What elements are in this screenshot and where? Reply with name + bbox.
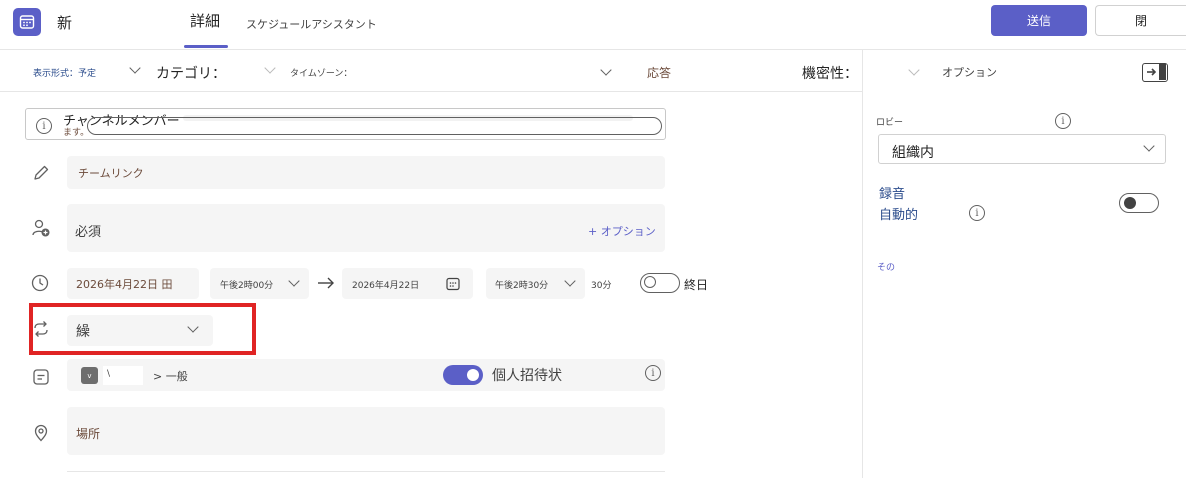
channel-team-avatar: v (81, 367, 98, 384)
arrow-right-icon (316, 273, 336, 297)
collapse-panel-icon[interactable] (1142, 63, 1168, 82)
channel-notice-outline (87, 117, 662, 135)
info-icon[interactable]: i (969, 205, 985, 221)
toggle-knob (1124, 197, 1136, 209)
meeting-title: 新 (57, 14, 73, 32)
auto-record-toggle[interactable] (1119, 193, 1159, 213)
highlight-box (29, 303, 256, 355)
info-icon[interactable]: i (645, 365, 661, 381)
start-date-input[interactable]: 2026年4月22日 田 (67, 268, 199, 299)
channel-icon (32, 368, 52, 388)
options-panel: オプション ロビー i 組織内 録音 自動的 i その (862, 50, 1186, 478)
pencil-icon (32, 164, 52, 184)
lobby-label: ロビー (876, 118, 904, 128)
end-date-input[interactable]: 2026年4月22日 (342, 268, 473, 299)
sensitivity-dropdown[interactable]: 機密性： (802, 63, 858, 83)
duration-label: 30分 (591, 281, 612, 291)
tab-scheduling-assistant[interactable]: スケジュールアシスタント (246, 16, 377, 32)
record-label: 録音 (879, 187, 906, 202)
all-day-label: 終日 (684, 278, 709, 292)
channel-notice-text-2: ます。 (63, 128, 90, 138)
end-date-value: 2026年4月22日 (352, 281, 420, 291)
channel-team-char: \ (107, 369, 111, 379)
record-auto-label: 自動的 (879, 208, 919, 223)
clock-icon (31, 274, 51, 294)
other-options-link[interactable]: その (877, 260, 895, 273)
redacted-team-name: \ (103, 366, 143, 385)
chevron-down-icon[interactable] (600, 64, 612, 76)
category-dropdown[interactable]: カテゴリ： (156, 63, 226, 83)
options-panel-title: オプション (942, 66, 997, 79)
personal-invite-toggle[interactable] (443, 365, 483, 385)
end-time-select[interactable]: 午後2時30分 (486, 268, 585, 299)
chevron-down-icon (1143, 140, 1155, 152)
attendees-placeholder: 必須 (75, 225, 102, 240)
channel-field[interactable]: v \ > 一般 個人招待状 i (67, 359, 665, 391)
title-input[interactable]: チームリンク (67, 156, 665, 189)
info-icon[interactable]: i (1055, 113, 1071, 129)
channel-notice: i チャンネルメンバー ます。 (25, 108, 666, 140)
toggle-knob (467, 369, 479, 381)
close-button[interactable]: 閉 (1095, 5, 1186, 36)
tab-details-indicator (184, 45, 228, 48)
chevron-down-icon[interactable] (908, 64, 920, 76)
title-placeholder: チームリンク (78, 167, 144, 180)
chevron-down-icon[interactable] (129, 62, 141, 74)
response-options[interactable]: 応答 (647, 64, 671, 81)
top-bar: 新 詳細 スケジュールアシスタント 送信 閉 (0, 0, 1186, 50)
start-time-select[interactable]: 午後2時00分 (210, 268, 309, 299)
chevron-down-icon[interactable] (264, 62, 276, 74)
location-placeholder: 場所 (76, 427, 101, 441)
start-time-value: 午後2時00分 (220, 281, 274, 291)
personal-invite-label: 個人招待状 (492, 368, 562, 384)
calendar-picker-icon[interactable] (446, 276, 460, 295)
optional-attendees-link[interactable]: + オプション (588, 223, 656, 239)
location-icon (32, 424, 52, 444)
channel-path: > 一般 (153, 370, 188, 383)
divider (67, 471, 665, 472)
chevron-down-icon (564, 275, 576, 287)
display-format-dropdown[interactable]: 表示形式：予定 (33, 66, 96, 79)
add-person-icon (31, 218, 51, 238)
tab-details[interactable]: 詳細 (190, 10, 220, 31)
start-date-value: 2026年4月22日 田 (76, 278, 173, 291)
chevron-down-icon (288, 275, 300, 287)
attendees-input[interactable]: 必須 + オプション (67, 204, 665, 252)
location-input[interactable]: 場所 (67, 407, 665, 455)
timezone-dropdown[interactable]: タイムゾーン： (290, 66, 352, 79)
info-icon: i (36, 118, 52, 134)
end-time-value: 午後2時30分 (495, 281, 549, 291)
lobby-select[interactable]: 組織内 (878, 134, 1166, 164)
options-bar: 表示形式：予定 カテゴリ： タイムゾーン： 応答 機密性： (0, 50, 862, 92)
lobby-select-value: 組織内 (892, 145, 934, 161)
send-button[interactable]: 送信 (991, 5, 1087, 36)
toggle-knob (644, 276, 656, 288)
calendar-icon (13, 8, 41, 36)
all-day-toggle[interactable] (640, 273, 680, 293)
